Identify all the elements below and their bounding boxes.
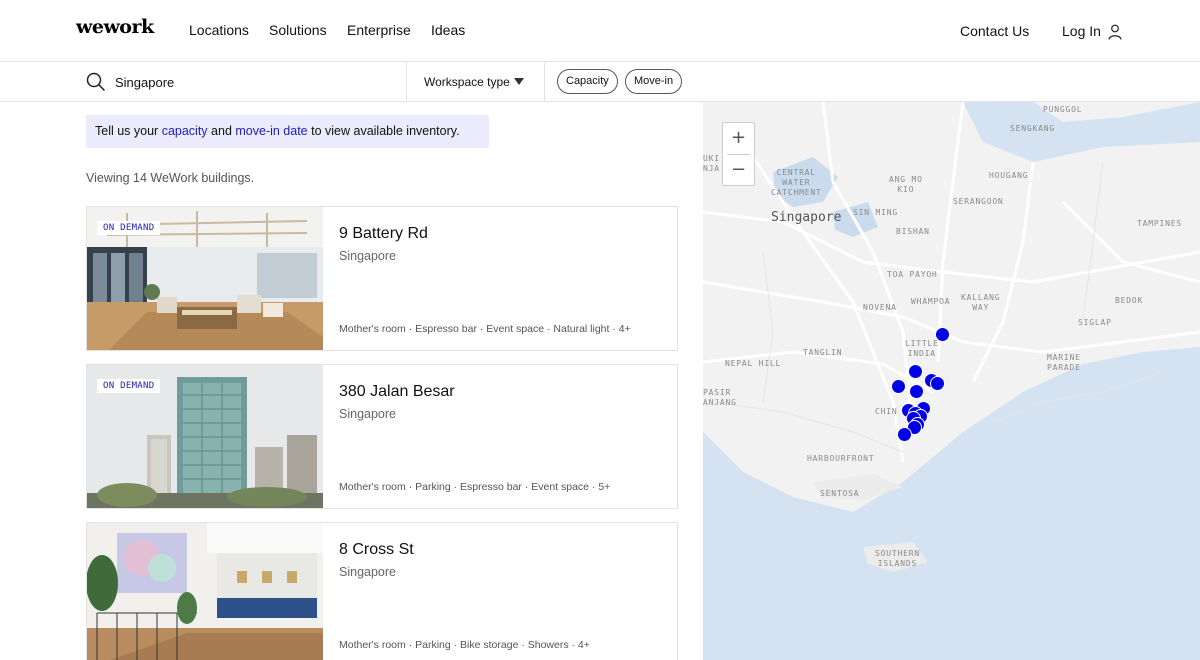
map-label: BISHAN bbox=[896, 227, 930, 236]
login-link[interactable]: Log In bbox=[1062, 23, 1101, 39]
map-pin[interactable] bbox=[930, 376, 945, 391]
capacity-chip[interactable]: Capacity bbox=[557, 69, 618, 94]
search-input[interactable] bbox=[115, 73, 395, 91]
map-label: MARINE PARADE bbox=[1047, 353, 1081, 372]
banner-text: to view available inventory. bbox=[307, 124, 460, 138]
listing-photo: ON DEMAND bbox=[87, 207, 323, 350]
listing-photo bbox=[87, 523, 323, 660]
map-label: SENGKANG bbox=[1010, 124, 1055, 133]
listing-city: Singapore bbox=[339, 565, 396, 579]
map-label: ANG MO KIO bbox=[889, 175, 923, 194]
listing-amenities: Mother's room · Parking · Espresso bar ·… bbox=[339, 481, 611, 493]
map-label: PUNGGOL bbox=[1043, 105, 1083, 114]
zoom-controls: + − bbox=[722, 122, 755, 186]
map-label: TAMPINES bbox=[1137, 219, 1182, 228]
nav-locations[interactable]: Locations bbox=[189, 22, 249, 38]
banner-text: Tell us your bbox=[95, 124, 162, 138]
divider bbox=[544, 62, 545, 102]
map-label: LITTLE INDIA bbox=[905, 339, 939, 358]
map-label: UKI NJA bbox=[703, 154, 720, 173]
banner-text: and bbox=[207, 124, 236, 138]
map-pin[interactable] bbox=[908, 364, 923, 379]
listing-card[interactable]: 8 Cross St Singapore Mother's room · Par… bbox=[86, 522, 678, 660]
map-pin[interactable] bbox=[909, 384, 924, 399]
listing-amenities: Mother's room · Parking · Bike storage ·… bbox=[339, 639, 590, 651]
search-icon bbox=[86, 72, 106, 92]
zoom-out-button[interactable]: − bbox=[723, 155, 754, 186]
inventory-banner: Tell us your capacity and move-in date t… bbox=[86, 115, 489, 148]
listing-city: Singapore bbox=[339, 249, 396, 263]
nav-solutions[interactable]: Solutions bbox=[269, 22, 327, 38]
listing-photo: ON DEMAND bbox=[87, 365, 323, 508]
listing-amenities: Mother's room · Espresso bar · Event spa… bbox=[339, 323, 631, 335]
contact-us-link[interactable]: Contact Us bbox=[960, 23, 1029, 39]
filter-bar: Workspace type Capacity Move-in bbox=[0, 62, 1200, 102]
nav-enterprise[interactable]: Enterprise bbox=[347, 22, 411, 38]
divider bbox=[406, 62, 407, 102]
map-pin[interactable] bbox=[935, 327, 950, 342]
on-demand-badge: ON DEMAND bbox=[97, 379, 161, 393]
map[interactable]: + − Singapore PUNGGOL SENGKANG UKI NJA C… bbox=[703, 102, 1200, 660]
listing-title[interactable]: 9 Battery Rd bbox=[339, 225, 428, 243]
listing-card[interactable]: ON DEMAND 380 Jalan Besar Singapore Moth… bbox=[86, 364, 678, 509]
map-label: PASIR ANJANG bbox=[703, 388, 737, 407]
map-pin[interactable] bbox=[891, 379, 906, 394]
map-label: TOA PAYOH bbox=[887, 270, 938, 279]
map-pin[interactable] bbox=[897, 427, 912, 442]
map-label: NEPAL HILL bbox=[725, 359, 782, 368]
listing-card[interactable]: ON DEMAND 9 Battery Rd Singapore Mother'… bbox=[86, 206, 678, 351]
map-label: SOUTHERN ISLANDS bbox=[875, 549, 920, 568]
caret-down-icon[interactable] bbox=[514, 78, 524, 85]
map-label: BEDOK bbox=[1115, 296, 1144, 305]
user-icon[interactable] bbox=[1108, 24, 1122, 40]
move-in-chip[interactable]: Move-in bbox=[625, 69, 683, 94]
map-label: NOVENA bbox=[863, 303, 897, 312]
wework-logo[interactable]: wework bbox=[76, 16, 154, 38]
map-label: SERANGOON bbox=[953, 197, 1004, 206]
map-label: CHIN bbox=[875, 407, 898, 416]
listing-city: Singapore bbox=[339, 407, 396, 421]
map-label: HOUGANG bbox=[989, 171, 1029, 180]
capacity-link[interactable]: capacity bbox=[162, 124, 208, 138]
map-label: TANGLIN bbox=[803, 348, 843, 357]
workspace-type-dropdown[interactable]: Workspace type bbox=[424, 75, 510, 89]
listing-title[interactable]: 380 Jalan Besar bbox=[339, 383, 455, 401]
map-label: SIN MING bbox=[853, 208, 898, 217]
map-label: SIGLAP bbox=[1078, 318, 1112, 327]
on-demand-badge: ON DEMAND bbox=[97, 221, 161, 235]
map-city-label: Singapore bbox=[771, 210, 842, 225]
map-label: WHAMPOA bbox=[911, 297, 951, 306]
map-label: HARBOURFRONT bbox=[807, 454, 875, 463]
map-label: CENTRAL WATER CATCHMENT bbox=[771, 168, 822, 197]
zoom-in-button[interactable]: + bbox=[723, 123, 754, 154]
map-label: SENTOSA bbox=[820, 489, 860, 498]
top-nav: wework Locations Solutions Enterprise Id… bbox=[0, 0, 1200, 62]
results-count: Viewing 14 WeWork buildings. bbox=[86, 171, 255, 185]
nav-ideas[interactable]: Ideas bbox=[431, 22, 465, 38]
move-in-date-link[interactable]: move-in date bbox=[235, 124, 307, 138]
listing-title[interactable]: 8 Cross St bbox=[339, 541, 414, 559]
map-label: KALLANG WAY bbox=[961, 293, 1001, 312]
